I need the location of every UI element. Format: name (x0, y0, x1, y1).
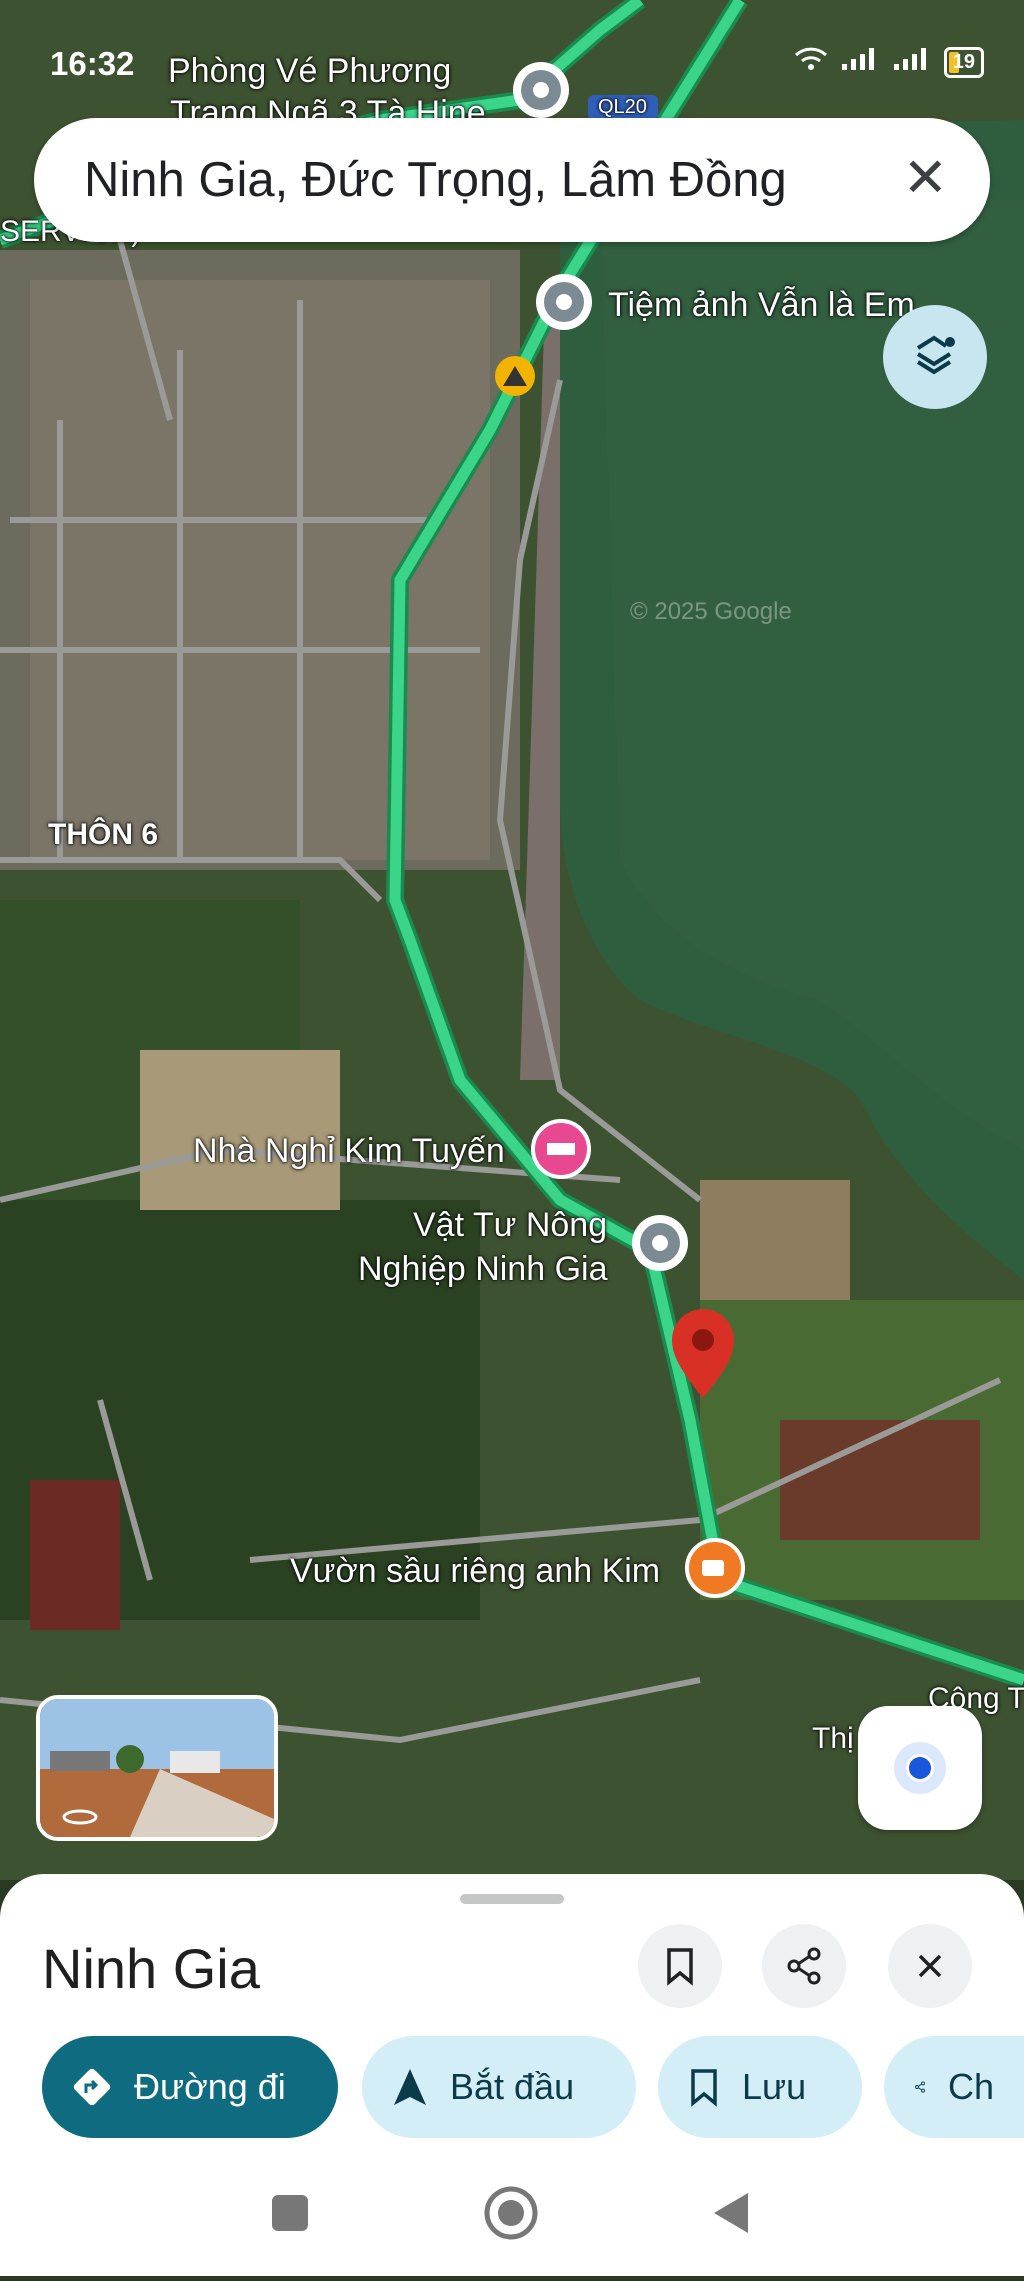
poi-label[interactable]: Vật Tư Nông (413, 1206, 607, 1245)
status-time: 16:32 (50, 45, 135, 82)
drag-handle[interactable] (460, 1894, 564, 1904)
map-view[interactable]: QL20 Phòng Vé Phương Trang Ngã 3 Tà Hine… (0, 0, 1024, 1880)
search-query[interactable]: Ninh Gia, Đức Trọng, Lâm Đồng (84, 152, 787, 208)
status-bar: 16:32 19 (0, 0, 1024, 120)
back-button[interactable] (714, 2193, 748, 2233)
hotel-pin-icon[interactable] (531, 1119, 591, 1179)
wifi-icon (794, 46, 828, 78)
street-view-thumbnail[interactable] (36, 1695, 278, 1841)
share-icon (915, 2081, 925, 2093)
signal-icon (892, 46, 932, 78)
save-button[interactable]: Lưu (658, 2036, 862, 2138)
close-icon (918, 1954, 942, 1978)
search-bar[interactable]: Ninh Gia, Đức Trọng, Lâm Đồng ✕ (34, 118, 990, 242)
bookmark-icon (667, 1948, 693, 1986)
map-copyright: © 2025 Google (630, 598, 792, 625)
share-chip-button[interactable]: Ch (884, 2036, 1024, 2138)
save-label: Lưu (742, 2066, 807, 2107)
directions-label: Đường đi (134, 2066, 286, 2107)
save-place-button[interactable] (638, 1924, 722, 2008)
layers-button[interactable] (883, 305, 987, 409)
clear-search-icon[interactable]: ✕ (903, 146, 948, 209)
my-location-button[interactable] (858, 1706, 982, 1830)
cafe-pin-icon[interactable] (685, 1538, 745, 1598)
construction-icon (495, 356, 535, 396)
my-location-icon (894, 1742, 946, 1794)
status-icons: 19 (794, 46, 984, 78)
signal-icon (840, 46, 880, 78)
share-chip-label: Ch (947, 2066, 994, 2107)
start-button[interactable]: Bắt đầu (362, 2036, 636, 2138)
poi-label[interactable]: Tiệm ảnh Vẫn là Em (608, 286, 915, 325)
satellite-map[interactable] (0, 0, 1024, 1880)
share-icon (787, 1947, 821, 1985)
close-sheet-button[interactable] (888, 1924, 972, 2008)
poi-label[interactable]: Nhà Nghỉ Kim Tuyến (193, 1132, 505, 1171)
recents-button[interactable] (272, 2195, 308, 2231)
layers-icon (916, 335, 955, 375)
area-label: THÔN 6 (48, 818, 159, 851)
navigation-arrow-icon (394, 2069, 426, 2105)
poi-pin-gray[interactable] (536, 274, 592, 330)
poi-pin-gray[interactable] (632, 1215, 688, 1271)
battery-level: 19 (952, 50, 975, 73)
start-label: Bắt đầu (450, 2066, 575, 2107)
home-button[interactable] (484, 2186, 538, 2240)
system-nav-bar (0, 2160, 1024, 2276)
directions-button[interactable]: Đường đi (42, 2036, 338, 2138)
share-button[interactable] (762, 1924, 846, 2008)
poi-label[interactable]: Nghiệp Ninh Gia (358, 1250, 607, 1289)
battery-icon: 19 (943, 46, 984, 78)
bookmark-icon (691, 2069, 717, 2107)
poi-label[interactable]: Vườn sầu riêng anh Kim (290, 1552, 660, 1591)
place-title: Ninh Gia (42, 1937, 260, 2000)
directions-icon (73, 2068, 111, 2106)
